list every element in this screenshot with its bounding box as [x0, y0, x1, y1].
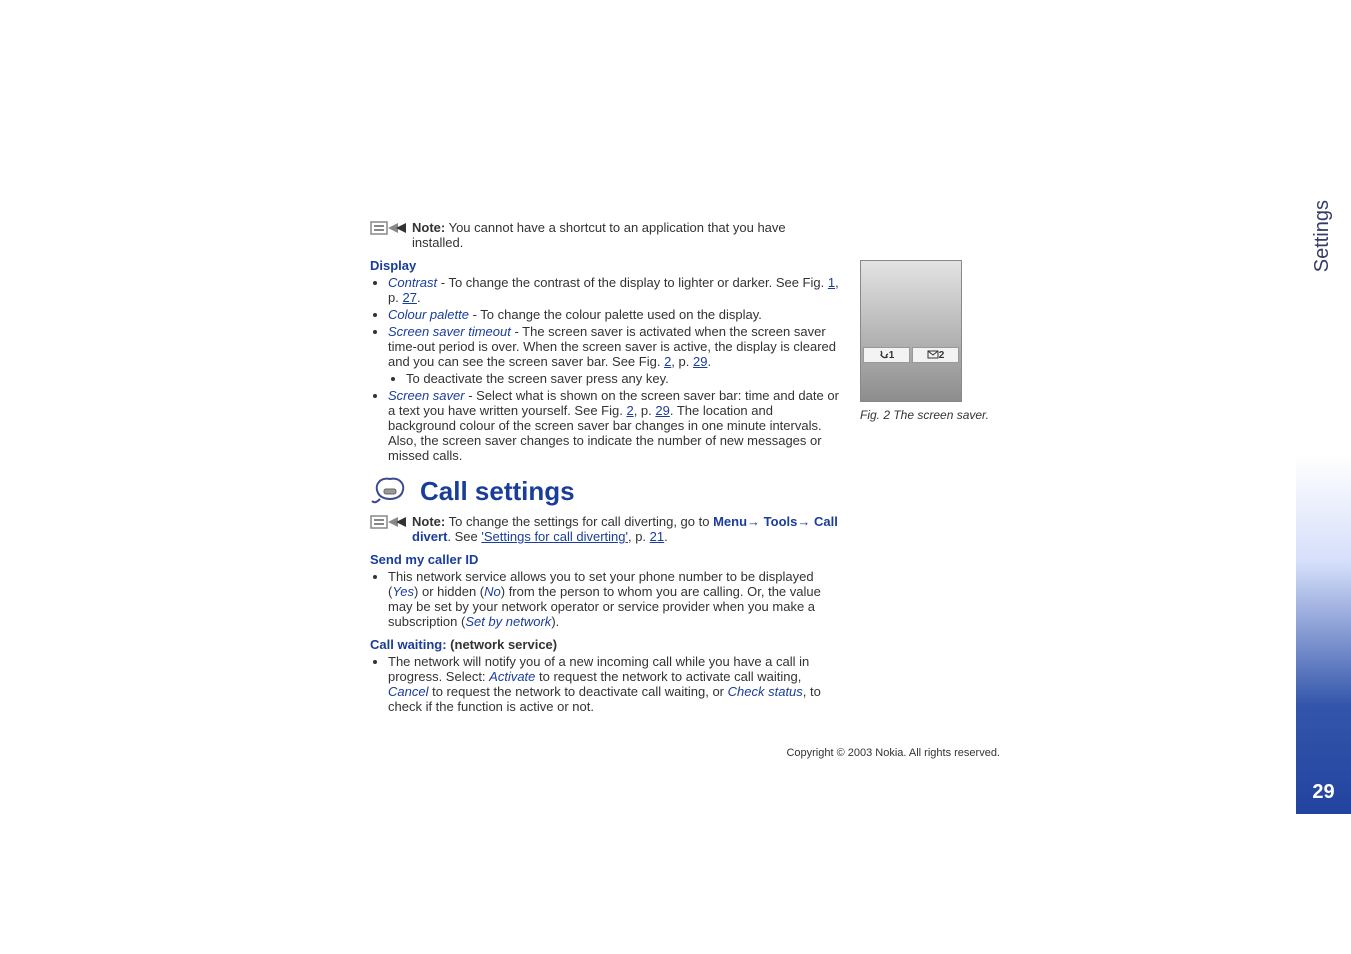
- set-by-network-label: Set by network: [465, 614, 551, 629]
- arrow-icon: →: [747, 514, 764, 529]
- display-list: Contrast - To change the contrast of the…: [370, 275, 840, 463]
- contrast-link: Contrast: [388, 275, 437, 290]
- note-label: Note:: [412, 514, 445, 529]
- note-text: Note: You cannot have a shortcut to an a…: [412, 220, 840, 250]
- missed-calls-cell: 1: [863, 347, 910, 363]
- fig-2-link-2[interactable]: 2: [626, 403, 633, 418]
- network-service-label: (network service): [447, 637, 558, 652]
- note-divert: Note: To change the settings for call di…: [370, 514, 840, 544]
- missed-calls-count: 1: [889, 350, 895, 361]
- note-icon: [370, 220, 406, 241]
- side-tab-label: Settings: [1311, 200, 1334, 272]
- send-list: This network service allows you to set y…: [370, 569, 840, 629]
- messages-cell: 2: [912, 347, 959, 363]
- page-29-link-2[interactable]: 29: [655, 403, 669, 418]
- call-waiting-heading-row: Call waiting: (network service): [370, 637, 840, 652]
- list-item: Screen saver timeout - The screen saver …: [388, 324, 840, 386]
- divert-settings-link[interactable]: 'Settings for call diverting': [481, 529, 628, 544]
- envelope-icon: [927, 350, 939, 360]
- activate-label: Activate: [489, 669, 535, 684]
- page-21-link[interactable]: 21: [650, 529, 664, 544]
- colour-link: Colour palette: [388, 307, 469, 322]
- messages-count: 2: [939, 350, 945, 361]
- screen-saver-figure: 1 2: [860, 260, 962, 402]
- list-item: Colour palette - To change the colour pa…: [388, 307, 840, 322]
- list-item: To deactivate the screen saver press any…: [406, 371, 840, 386]
- screen-saver-bar: 1 2: [863, 347, 959, 363]
- cancel-label: Cancel: [388, 684, 428, 699]
- list-item: Contrast - To change the contrast of the…: [388, 275, 840, 305]
- copyright-text: Copyright © 2003 Nokia. All rights reser…: [370, 747, 1000, 759]
- timeout-link: Screen saver timeout: [388, 324, 511, 339]
- menu-label: Menu: [713, 514, 747, 529]
- page-27-link[interactable]: 27: [402, 290, 416, 305]
- figure-caption: Fig. 2 The screen saver.: [860, 408, 1000, 422]
- check-status-label: Check status: [728, 684, 803, 699]
- list-item: Screen saver - Select what is shown on t…: [388, 388, 840, 463]
- main-content: Note: You cannot have a shortcut to an a…: [370, 220, 840, 716]
- saver-link: Screen saver: [388, 388, 465, 403]
- yes-label: Yes: [392, 584, 414, 599]
- wait-list: The network will notify you of a new inc…: [370, 654, 840, 714]
- tools-label: Tools: [764, 514, 798, 529]
- note-text: Note: To change the settings for call di…: [412, 514, 840, 544]
- phone-icon: [879, 350, 889, 360]
- call-waiting-heading: Call waiting:: [370, 637, 447, 652]
- call-settings-icon: [370, 475, 410, 508]
- page-gradient-bar: 29: [1296, 454, 1351, 814]
- fig-1-link[interactable]: 1: [828, 275, 835, 290]
- display-heading: Display: [370, 258, 840, 273]
- page-29-link[interactable]: 29: [693, 354, 707, 369]
- figure-column: 1 2 Fig. 2 The screen saver.: [860, 220, 1000, 422]
- list-item: This network service allows you to set y…: [388, 569, 840, 629]
- call-settings-heading: Call settings: [420, 476, 575, 507]
- call-settings-heading-row: Call settings: [370, 475, 840, 508]
- page-number: 29: [1296, 781, 1351, 804]
- no-label: No: [484, 584, 501, 599]
- note-icon: [370, 514, 406, 535]
- note-shortcut: Note: You cannot have a shortcut to an a…: [370, 220, 840, 250]
- send-caller-heading: Send my caller ID: [370, 552, 840, 567]
- list-item: The network will notify you of a new inc…: [388, 654, 840, 714]
- note-label: Note:: [412, 220, 445, 235]
- arrow-icon: →: [797, 514, 814, 529]
- inner-list: To deactivate the screen saver press any…: [388, 371, 840, 386]
